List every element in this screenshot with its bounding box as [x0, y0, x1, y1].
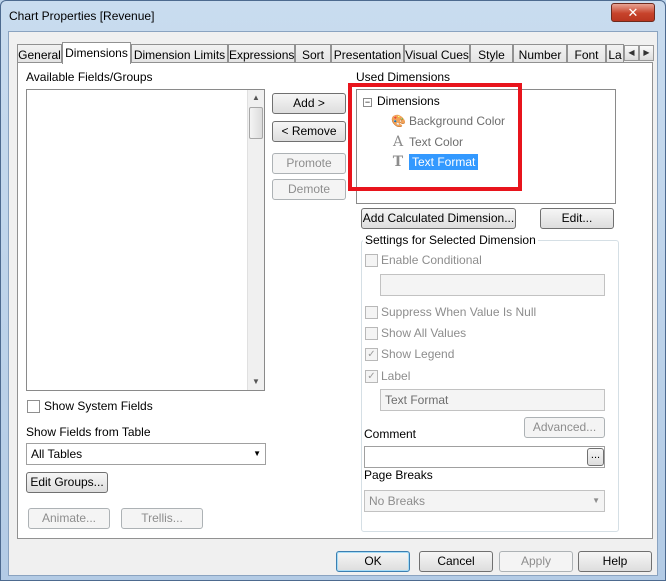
- add-calculated-dimension-button[interactable]: Add Calculated Dimension...: [361, 208, 516, 229]
- tab-dimension-limits[interactable]: Dimension Limits: [131, 44, 228, 63]
- chevron-down-icon: ▼: [253, 449, 261, 458]
- comment-label: Comment: [364, 427, 417, 441]
- chart-properties-dialog: Chart Properties [Revenue] ✕ General Dim…: [0, 0, 666, 581]
- tab-strip: General Dimensions Dimension Limits Expr…: [17, 42, 654, 64]
- scroll-up-icon[interactable]: ▲: [248, 90, 264, 106]
- label-text-field[interactable]: Text Format: [380, 389, 605, 411]
- tab-font[interactable]: Font: [567, 44, 606, 63]
- show-legend-checkbox[interactable]: ✓: [365, 348, 378, 361]
- enable-conditional-label: Enable Conditional: [381, 253, 482, 267]
- close-button[interactable]: ✕: [611, 3, 655, 22]
- comment-expression-button[interactable]: ...: [587, 448, 604, 466]
- remove-button[interactable]: < Remove: [272, 121, 346, 142]
- tab-number[interactable]: Number: [513, 44, 567, 63]
- add-button[interactable]: Add >: [272, 93, 346, 114]
- show-all-values-checkbox[interactable]: [365, 327, 378, 340]
- tab-scroll-left-icon[interactable]: ◀: [624, 45, 639, 61]
- page-breaks-value: No Breaks: [369, 494, 426, 508]
- show-legend-label: Show Legend: [381, 347, 455, 361]
- animate-button[interactable]: Animate...: [28, 508, 110, 529]
- scroll-down-icon[interactable]: ▼: [248, 374, 264, 390]
- available-fields-list[interactable]: ▲ ▼: [26, 89, 265, 391]
- show-fields-from-table-select[interactable]: All Tables ▼: [26, 443, 266, 465]
- show-all-values-label: Show All Values: [381, 326, 467, 340]
- edit-groups-button[interactable]: Edit Groups...: [26, 472, 108, 493]
- tab-dimensions[interactable]: Dimensions: [62, 42, 131, 64]
- tab-expressions[interactable]: Expressions: [228, 44, 295, 63]
- annotation-highlight: [348, 83, 522, 191]
- conditional-expression-field[interactable]: [380, 274, 605, 296]
- title-bar: Chart Properties [Revenue] ✕: [1, 1, 665, 31]
- dialog-body: General Dimensions Dimension Limits Expr…: [8, 31, 658, 576]
- available-fields-scrollbar[interactable]: ▲ ▼: [247, 90, 264, 390]
- chevron-down-icon: ▼: [592, 496, 600, 505]
- dimensions-panel: Available Fields/Groups ▲ ▼ Show System …: [17, 62, 653, 539]
- enable-conditional-checkbox[interactable]: [365, 254, 378, 267]
- scroll-thumb[interactable]: [249, 107, 263, 139]
- tab-layout-partial[interactable]: La: [606, 44, 624, 63]
- page-breaks-label: Page Breaks: [364, 468, 433, 482]
- tab-general[interactable]: General: [17, 44, 62, 63]
- tab-style[interactable]: Style: [470, 44, 513, 63]
- help-button[interactable]: Help: [578, 551, 652, 572]
- label-label: Label: [381, 369, 411, 383]
- trellis-button[interactable]: Trellis...: [121, 508, 203, 529]
- cancel-button[interactable]: Cancel: [419, 551, 493, 572]
- edit-button[interactable]: Edit...: [540, 208, 614, 229]
- apply-button[interactable]: Apply: [499, 551, 573, 572]
- used-dimensions-label: Used Dimensions: [356, 70, 451, 84]
- show-fields-from-table-label: Show Fields from Table: [26, 425, 151, 439]
- advanced-button[interactable]: Advanced...: [524, 417, 605, 438]
- comment-field[interactable]: [364, 446, 605, 468]
- available-fields-label: Available Fields/Groups: [26, 70, 153, 84]
- show-system-fields-checkbox[interactable]: [27, 400, 40, 413]
- suppress-null-checkbox[interactable]: [365, 306, 378, 319]
- window-title: Chart Properties [Revenue]: [9, 9, 155, 23]
- ok-button[interactable]: OK: [336, 551, 410, 572]
- page-breaks-select[interactable]: No Breaks ▼: [364, 490, 605, 512]
- promote-button[interactable]: Promote: [272, 153, 346, 174]
- show-system-fields-label: Show System Fields: [44, 399, 153, 413]
- tab-sort[interactable]: Sort: [295, 44, 331, 63]
- suppress-null-label: Suppress When Value Is Null: [381, 305, 537, 319]
- label-checkbox[interactable]: ✓: [365, 370, 378, 383]
- tab-presentation[interactable]: Presentation: [331, 44, 404, 63]
- demote-button[interactable]: Demote: [272, 179, 346, 200]
- tab-visual-cues[interactable]: Visual Cues: [404, 44, 470, 63]
- tab-scroll-right-icon[interactable]: ▶: [639, 45, 654, 61]
- table-selected-value: All Tables: [31, 447, 83, 461]
- settings-title: Settings for Selected Dimension: [363, 233, 538, 247]
